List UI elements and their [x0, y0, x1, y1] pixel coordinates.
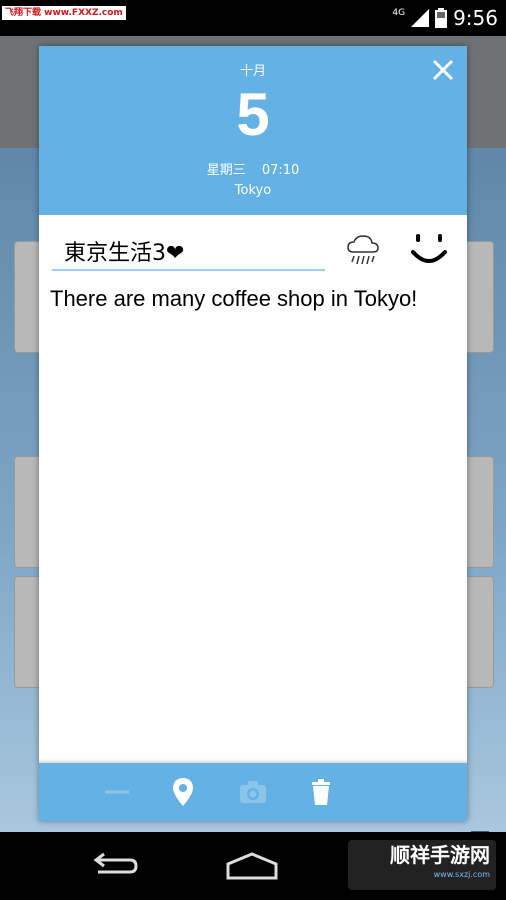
site-watermark: 顺祥手游网 www.sxzj.com — [348, 840, 496, 890]
camera-icon[interactable] — [237, 776, 269, 808]
rain-cloud-icon[interactable] — [345, 232, 381, 268]
divider-icon[interactable] — [101, 776, 133, 808]
status-watermark: 飞翔下载 www.FXXZ.com — [2, 6, 126, 20]
network-type-label: 4G — [392, 8, 406, 18]
time-label: 07:10 — [261, 163, 300, 178]
status-icons: 4G 9:56 — [392, 6, 498, 30]
city-label: Tokyo — [234, 183, 272, 198]
diary-entry-dialog: 十月 5 星期三 07:10 Tokyo 東京生活3❤ There are ma… — [39, 46, 467, 821]
signal-icon — [411, 9, 430, 27]
weekday-time: 星期三 07:10 — [39, 159, 467, 178]
entry-title-text: 東京生活3❤ — [64, 241, 185, 266]
watermark-subtext: www.sxzj.com — [433, 870, 490, 879]
weekday-label: 星期三 — [206, 163, 246, 178]
date-header: 十月 5 星期三 07:10 Tokyo — [39, 46, 467, 215]
clock: 9:56 — [453, 6, 498, 30]
close-icon[interactable] — [431, 58, 455, 82]
smiley-face-icon[interactable] — [407, 228, 451, 272]
location-pin-icon[interactable] — [167, 776, 199, 808]
watermark-text: 顺祥手游网 — [390, 843, 490, 867]
back-icon[interactable] — [84, 848, 144, 884]
trash-icon[interactable] — [305, 776, 337, 808]
battery-icon — [435, 8, 448, 28]
entry-toolbar — [39, 763, 467, 821]
month-label: 十月 — [239, 64, 266, 79]
day-number: 5 — [236, 81, 270, 148]
navigation-bar: 顺祥手游网 www.sxzj.com — [0, 832, 506, 900]
entry-body-text[interactable]: There are many coffee shop in Tokyo! — [50, 284, 455, 313]
home-icon[interactable] — [222, 848, 282, 884]
entry-title-field[interactable]: 東京生活3❤ — [52, 231, 325, 271]
status-bar: 飞翔下载 www.FXXZ.com 4G 9:56 — [0, 0, 506, 36]
